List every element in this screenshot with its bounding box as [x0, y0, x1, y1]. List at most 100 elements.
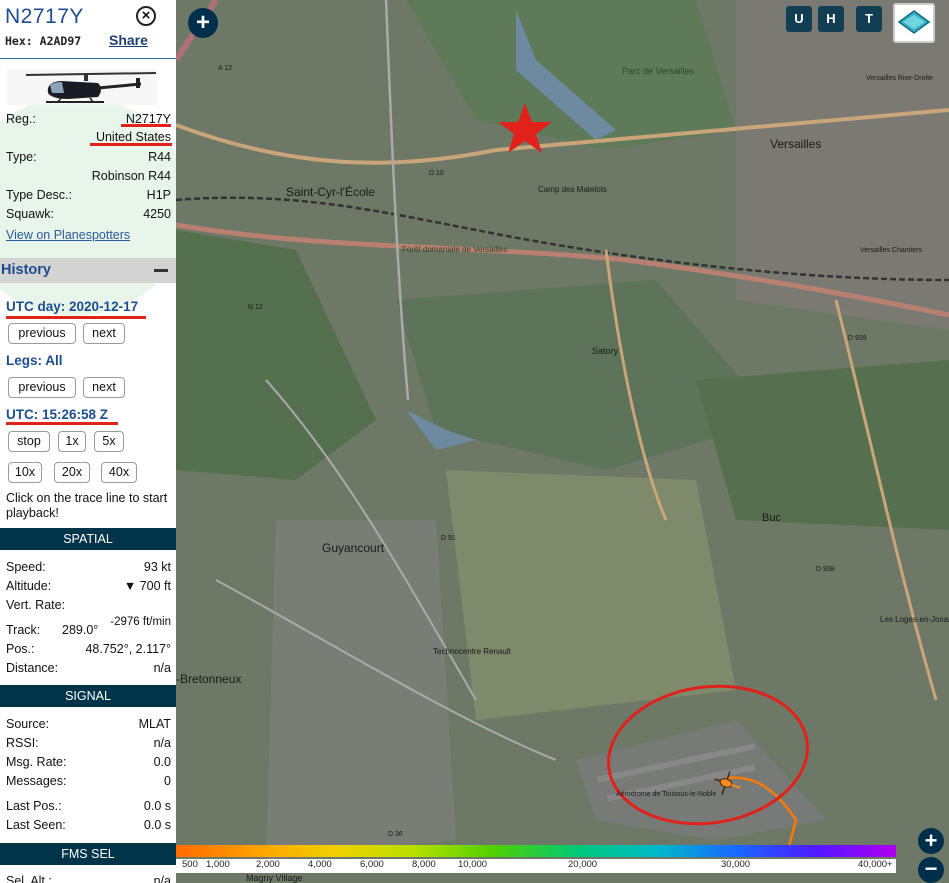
squawk-label: Squawk: [6, 207, 54, 221]
map-label-chantiers: Versailles Chantiers [860, 247, 922, 254]
map-label-bretonneux: -Bretonneux [176, 672, 241, 686]
lastseen-value: 0.0 s [143, 818, 171, 832]
altitude-color-legend [176, 845, 896, 857]
map-label-magny: Magny Village [246, 873, 302, 883]
speed-label: Speed: [6, 560, 46, 574]
map-label-d10: D 10 [429, 170, 444, 177]
legend-label: 20,000 [568, 859, 598, 870]
helicopter-image [25, 72, 157, 103]
map-label-technocentre: Technocentre Renault [433, 647, 512, 656]
legend-label: 6,000 [360, 859, 384, 870]
track-label: Track: [6, 623, 41, 637]
lastpos-row: Last Pos.: 0.0 s [6, 799, 171, 817]
map-canvas[interactable]: Saint-Cyr-l'École Versailles Parc de Ver… [176, 0, 949, 883]
history-section-header[interactable]: History [0, 258, 176, 283]
close-icon[interactable]: × [136, 6, 156, 26]
reg-label: Reg.: [6, 112, 36, 126]
track-row: Track: 289.0° [6, 623, 171, 641]
history-title: History [1, 262, 51, 278]
speed-40x-button[interactable]: 40x [101, 462, 137, 483]
urban-area [266, 520, 456, 860]
playback-hint: Click on the trace line to start playbac… [6, 491, 168, 520]
speed-20x-button[interactable]: 20x [54, 462, 90, 483]
lastpos-label: Last Pos.: [6, 799, 62, 813]
speed-row: Speed: 93 kt [6, 560, 171, 578]
lastpos-value: 0.0 s [143, 799, 171, 813]
map-label-a12: A 12 [218, 65, 232, 72]
t-toggle-button[interactable]: T [856, 6, 882, 32]
typedesc-label: Type Desc.: [6, 188, 72, 202]
map-label-saint-cyr: Saint-Cyr-l'École [286, 184, 375, 199]
zoom-in-bottom-button[interactable]: + [918, 828, 944, 854]
map-label-satory: Satory [592, 346, 619, 356]
hex-value: A2AD97 [39, 34, 82, 48]
fms-section-header[interactable]: FMS SEL [0, 843, 176, 865]
speed-10x-button[interactable]: 10x [8, 462, 42, 483]
distance-value: n/a [153, 661, 171, 675]
aircraft-info-sidebar: N2717Y × Hex: A2AD97 Share Reg.: N2717Y … [0, 0, 176, 883]
messages-value: 0 [164, 774, 171, 788]
signal-section-header[interactable]: SIGNAL [0, 685, 176, 707]
rssi-value: n/a [153, 736, 171, 750]
planespotters-link[interactable]: View on Planespotters [6, 228, 130, 242]
aircraft-photo[interactable] [6, 69, 157, 105]
leg-previous-button[interactable]: previous [8, 377, 76, 398]
squawk-row: Squawk: 4250 [6, 207, 171, 225]
lastseen-label: Last Seen: [6, 818, 66, 832]
typedesc-value: H1P [146, 188, 171, 202]
utc-time: UTC: 15:26:58 Z [6, 407, 109, 422]
selalt-row: Sel. Alt.: n/a [6, 874, 171, 883]
pos-value: 48.752°, 2.117° [85, 642, 171, 656]
altitude-value: ▼ 700 ft [123, 579, 171, 593]
pos-row: Pos.: 48.752°, 2.117° [6, 642, 171, 660]
collapse-icon[interactable] [154, 269, 168, 272]
speed-5x-button[interactable]: 5x [94, 431, 124, 452]
map-label-d91: D 91 [441, 535, 456, 542]
map-label-versailles: Versailles [770, 137, 821, 151]
typedesc-row: Type Desc.: H1P [6, 188, 171, 206]
spatial-section-header[interactable]: SPATIAL [0, 528, 176, 550]
selalt-value: n/a [153, 874, 171, 883]
day-previous-button[interactable]: previous [8, 323, 76, 344]
h-toggle-button[interactable]: H [818, 6, 844, 32]
annotation-underline [90, 143, 172, 146]
stop-button[interactable]: stop [8, 431, 50, 452]
legend-label: 30,000 [721, 859, 751, 870]
legend-label: 4,000 [308, 859, 332, 870]
map-view[interactable]: Saint-Cyr-l'École Versailles Parc de Ver… [176, 0, 949, 883]
altitude-legend-labels: 500 1,000 2,000 4,000 6,000 8,000 10,000 20,000… [176, 859, 896, 873]
utc-day-value: 2020-12-17 [69, 299, 139, 314]
header-divider [0, 58, 176, 59]
u-toggle-button[interactable]: U [786, 6, 812, 32]
altitude-row: Altitude: ▼ 700 ft [6, 579, 171, 597]
layers-button[interactable] [893, 3, 935, 43]
map-label-camp: Camp des Matelots [538, 185, 607, 194]
lastseen-row: Last Seen: 0.0 s [6, 818, 171, 836]
type-value: R44 [148, 150, 171, 164]
country-value: United States [95, 130, 171, 144]
messages-label: Messages: [6, 774, 67, 788]
msgrate-label: Msg. Rate: [6, 755, 67, 769]
leg-next-button[interactable]: next [83, 377, 125, 398]
distance-label: Distance: [6, 661, 59, 675]
day-next-button[interactable]: next [83, 323, 125, 344]
rssi-label: RSSI: [6, 736, 39, 750]
pos-label: Pos.: [6, 642, 35, 656]
msgrate-value: 0.0 [153, 755, 171, 769]
layers-icon [897, 10, 931, 34]
type-label: Type: [6, 150, 37, 164]
speed-1x-button[interactable]: 1x [58, 431, 86, 452]
track-value: 289.0° [62, 623, 99, 637]
field-area [446, 470, 736, 720]
zoom-out-button[interactable]: − [918, 857, 944, 883]
speed-value: 93 kt [143, 560, 171, 574]
reg-row: Reg.: N2717Y [6, 112, 171, 130]
map-label-foret: Forêt domaniale de Versailles [402, 245, 507, 254]
annotation-underline [121, 124, 171, 127]
map-label-d939: D 939 [848, 335, 867, 342]
legs-label: Legs: All [6, 353, 63, 368]
share-link[interactable]: Share [109, 32, 148, 48]
source-label: Source: [6, 717, 50, 731]
zoom-in-button[interactable]: + [188, 8, 218, 38]
map-label-d36: D 36 [388, 831, 403, 838]
